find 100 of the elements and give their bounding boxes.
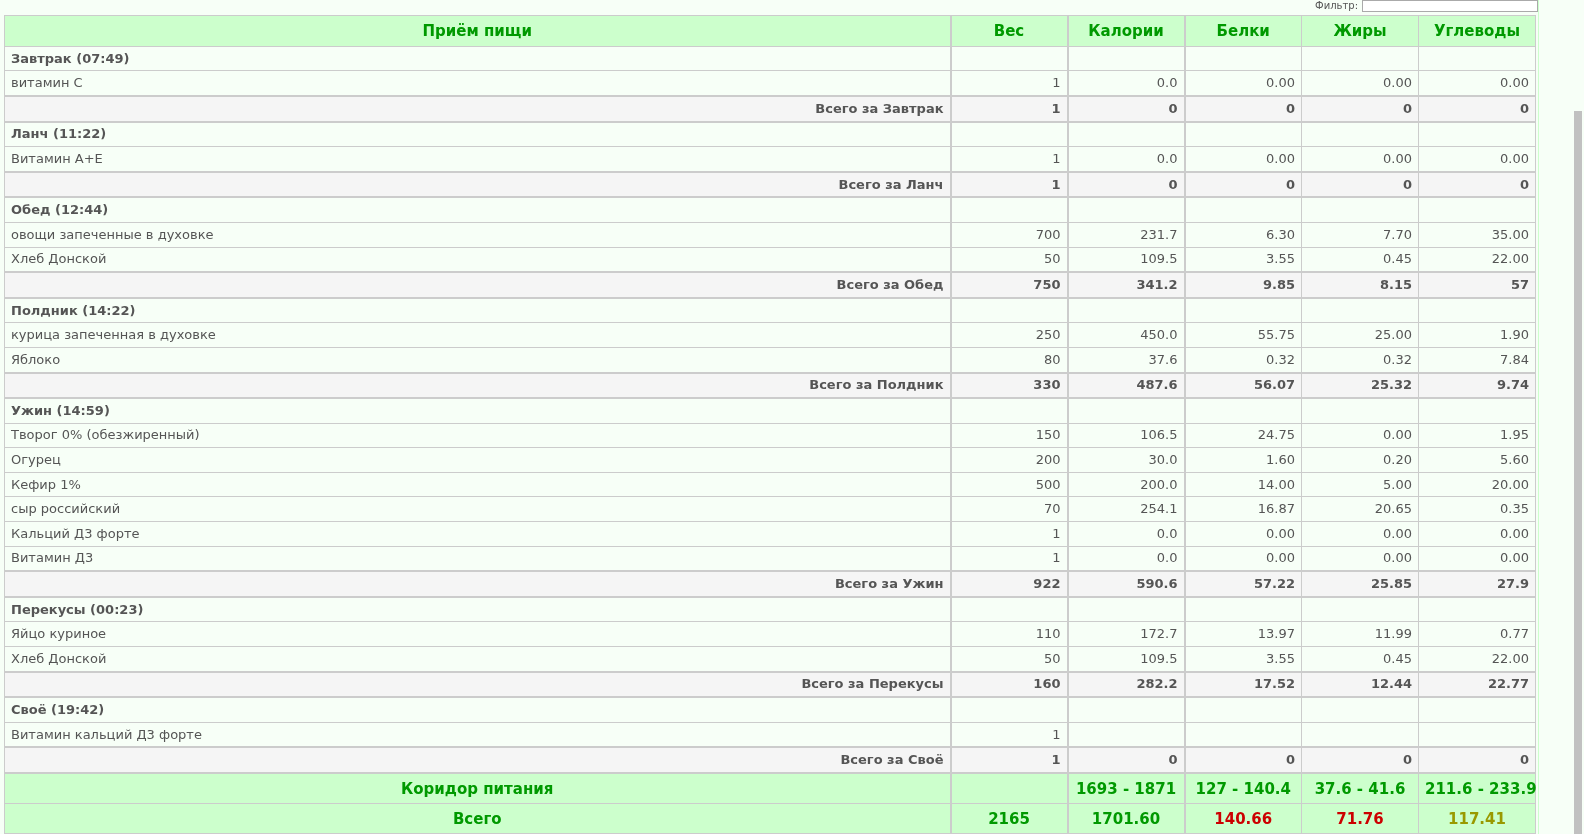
subtotal-value: 0 bbox=[1402, 752, 1412, 769]
nutrient-value: 109.5 bbox=[1140, 251, 1178, 268]
column-header[interactable]: Углеводы bbox=[1418, 15, 1536, 47]
subtotal-value: 922 bbox=[1033, 576, 1061, 593]
nutrient-value: 5.60 bbox=[1500, 452, 1529, 469]
subtotal-value: 17.52 bbox=[1253, 676, 1295, 693]
subtotal-value: 1 bbox=[1051, 176, 1061, 193]
subtotal-value: 330 bbox=[1033, 377, 1061, 394]
subtotal-value: 25.32 bbox=[1370, 377, 1412, 394]
nutrient-value: 1 bbox=[1052, 150, 1061, 167]
food-name: Кефир 1% bbox=[11, 476, 81, 493]
nutrient-value: 0.00 bbox=[1500, 550, 1529, 567]
food-name: Витамин Д3 bbox=[11, 550, 94, 567]
nutrient-value: 0.00 bbox=[1383, 525, 1412, 542]
column-header[interactable]: Белки bbox=[1184, 15, 1302, 47]
column-header[interactable]: Жиры bbox=[1301, 15, 1419, 47]
food-name: овощи запеченные в духовке bbox=[11, 226, 214, 243]
subtotal-value: 22.77 bbox=[1487, 676, 1529, 693]
subtotal-label: Всего за Перекусы bbox=[801, 676, 944, 693]
subtotal-value: 9.85 bbox=[1262, 276, 1295, 293]
subtotal-value: 8.15 bbox=[1379, 276, 1412, 293]
subtotal-label: Всего за Завтрак bbox=[815, 100, 944, 117]
nutrient-value: 200 bbox=[1035, 452, 1061, 469]
nutrient-value: 0.35 bbox=[1500, 501, 1529, 518]
nutrient-value: 1 bbox=[1052, 525, 1061, 542]
food-name: Яблоко bbox=[11, 351, 61, 368]
grand-total-value: 1701.60 bbox=[1091, 810, 1161, 827]
nutrient-value: 172.7 bbox=[1140, 626, 1178, 643]
subtotal-value: 0 bbox=[1402, 100, 1412, 117]
food-name: Яйцо куриное bbox=[11, 626, 107, 643]
nutrient-value: 0.00 bbox=[1500, 150, 1529, 167]
nutrient-value: 0.00 bbox=[1383, 550, 1412, 567]
nutrient-value: 14.00 bbox=[1257, 476, 1295, 493]
nutrient-value: 35.00 bbox=[1491, 226, 1529, 243]
nutrient-value: 1 bbox=[1052, 726, 1061, 743]
nutrient-value: 0.0 bbox=[1156, 550, 1178, 567]
column-header[interactable]: Приём пищи bbox=[4, 15, 951, 47]
nutrient-value: 1.95 bbox=[1500, 427, 1529, 444]
meal-title: Ланч (11:22) bbox=[11, 126, 107, 143]
nutrient-value: 150 bbox=[1035, 427, 1061, 444]
nutrient-value: 0.32 bbox=[1383, 351, 1412, 368]
nutrient-value: 24.75 bbox=[1257, 427, 1295, 444]
meal-title: Ужин (14:59) bbox=[11, 402, 110, 419]
nutrient-value: 106.5 bbox=[1140, 427, 1178, 444]
nutrient-value: 0.00 bbox=[1500, 75, 1529, 92]
food-name: курица запеченная в духовке bbox=[11, 327, 216, 344]
subtotal-value: 0 bbox=[1519, 176, 1529, 193]
subtotal-value: 160 bbox=[1033, 676, 1061, 693]
grand-total-value: 140.66 bbox=[1214, 810, 1273, 827]
nutrient-value: 50 bbox=[1043, 650, 1061, 667]
nutrient-value: 0.00 bbox=[1266, 150, 1295, 167]
subtotal-value: 0 bbox=[1168, 752, 1178, 769]
nutrient-value: 0.77 bbox=[1500, 626, 1529, 643]
subtotal-label: Всего за Ужин bbox=[834, 576, 944, 593]
nutrient-value: 0.00 bbox=[1383, 150, 1412, 167]
meal-title: Полдник (14:22) bbox=[11, 302, 136, 319]
nutrient-value: 231.7 bbox=[1140, 226, 1178, 243]
nutrient-value: 200.0 bbox=[1140, 476, 1178, 493]
nutrient-value: 0.0 bbox=[1156, 525, 1178, 542]
food-name: Хлеб Донской bbox=[11, 650, 107, 667]
column-header[interactable]: Вес bbox=[950, 15, 1068, 47]
grand-total-value: 117.41 bbox=[1448, 810, 1506, 827]
nutrient-value: 254.1 bbox=[1140, 501, 1178, 518]
corridor-range: 37.6 - 41.6 bbox=[1314, 780, 1406, 797]
nutrient-value: 6.30 bbox=[1266, 226, 1295, 243]
nutrient-value: 7.70 bbox=[1383, 226, 1412, 243]
nutrient-value: 37.6 bbox=[1148, 351, 1178, 368]
food-name: Витамин кальций Д3 форте bbox=[11, 726, 202, 743]
grand-total-value: 2165 bbox=[988, 810, 1030, 827]
nutrient-value: 0.45 bbox=[1383, 650, 1412, 667]
subtotal-value: 57 bbox=[1510, 276, 1529, 293]
nutrient-value: 3.55 bbox=[1266, 251, 1295, 268]
subtotal-value: 0 bbox=[1519, 752, 1529, 769]
subtotal-label: Всего за Своё bbox=[840, 752, 944, 769]
nutrient-value: 500 bbox=[1035, 476, 1061, 493]
nutrient-value: 25.00 bbox=[1374, 327, 1412, 344]
subtotal-label: Всего за Обед bbox=[836, 276, 944, 293]
subtotal-value: 0 bbox=[1285, 752, 1295, 769]
nutrient-value: 16.87 bbox=[1257, 501, 1295, 518]
nutrient-value: 30.0 bbox=[1148, 452, 1178, 469]
nutrient-value: 0.00 bbox=[1383, 75, 1412, 92]
nutrient-value: 20.00 bbox=[1491, 476, 1529, 493]
scrollbar-thumb[interactable] bbox=[1574, 111, 1582, 834]
subtotal-value: 487.6 bbox=[1136, 377, 1178, 394]
subtotal-value: 1 bbox=[1051, 100, 1061, 117]
nutrient-value: 110 bbox=[1035, 626, 1061, 643]
meal-title: Перекусы (00:23) bbox=[11, 601, 144, 618]
filter-input[interactable] bbox=[1362, 0, 1538, 12]
subtotal-value: 0 bbox=[1519, 100, 1529, 117]
column-header[interactable]: Калории bbox=[1067, 15, 1185, 47]
nutrient-value: 70 bbox=[1043, 501, 1061, 518]
subtotal-value: 0 bbox=[1168, 100, 1178, 117]
corridor-range: 1693 - 1871 bbox=[1075, 780, 1177, 797]
nutrient-value: 20.65 bbox=[1374, 501, 1412, 518]
subtotal-value: 1 bbox=[1051, 752, 1061, 769]
food-name: Огурец bbox=[11, 452, 61, 469]
subtotal-value: 0 bbox=[1168, 176, 1178, 193]
nutrient-value: 0.32 bbox=[1266, 351, 1295, 368]
subtotal-value: 56.07 bbox=[1253, 377, 1295, 394]
subtotal-value: 57.22 bbox=[1253, 576, 1295, 593]
